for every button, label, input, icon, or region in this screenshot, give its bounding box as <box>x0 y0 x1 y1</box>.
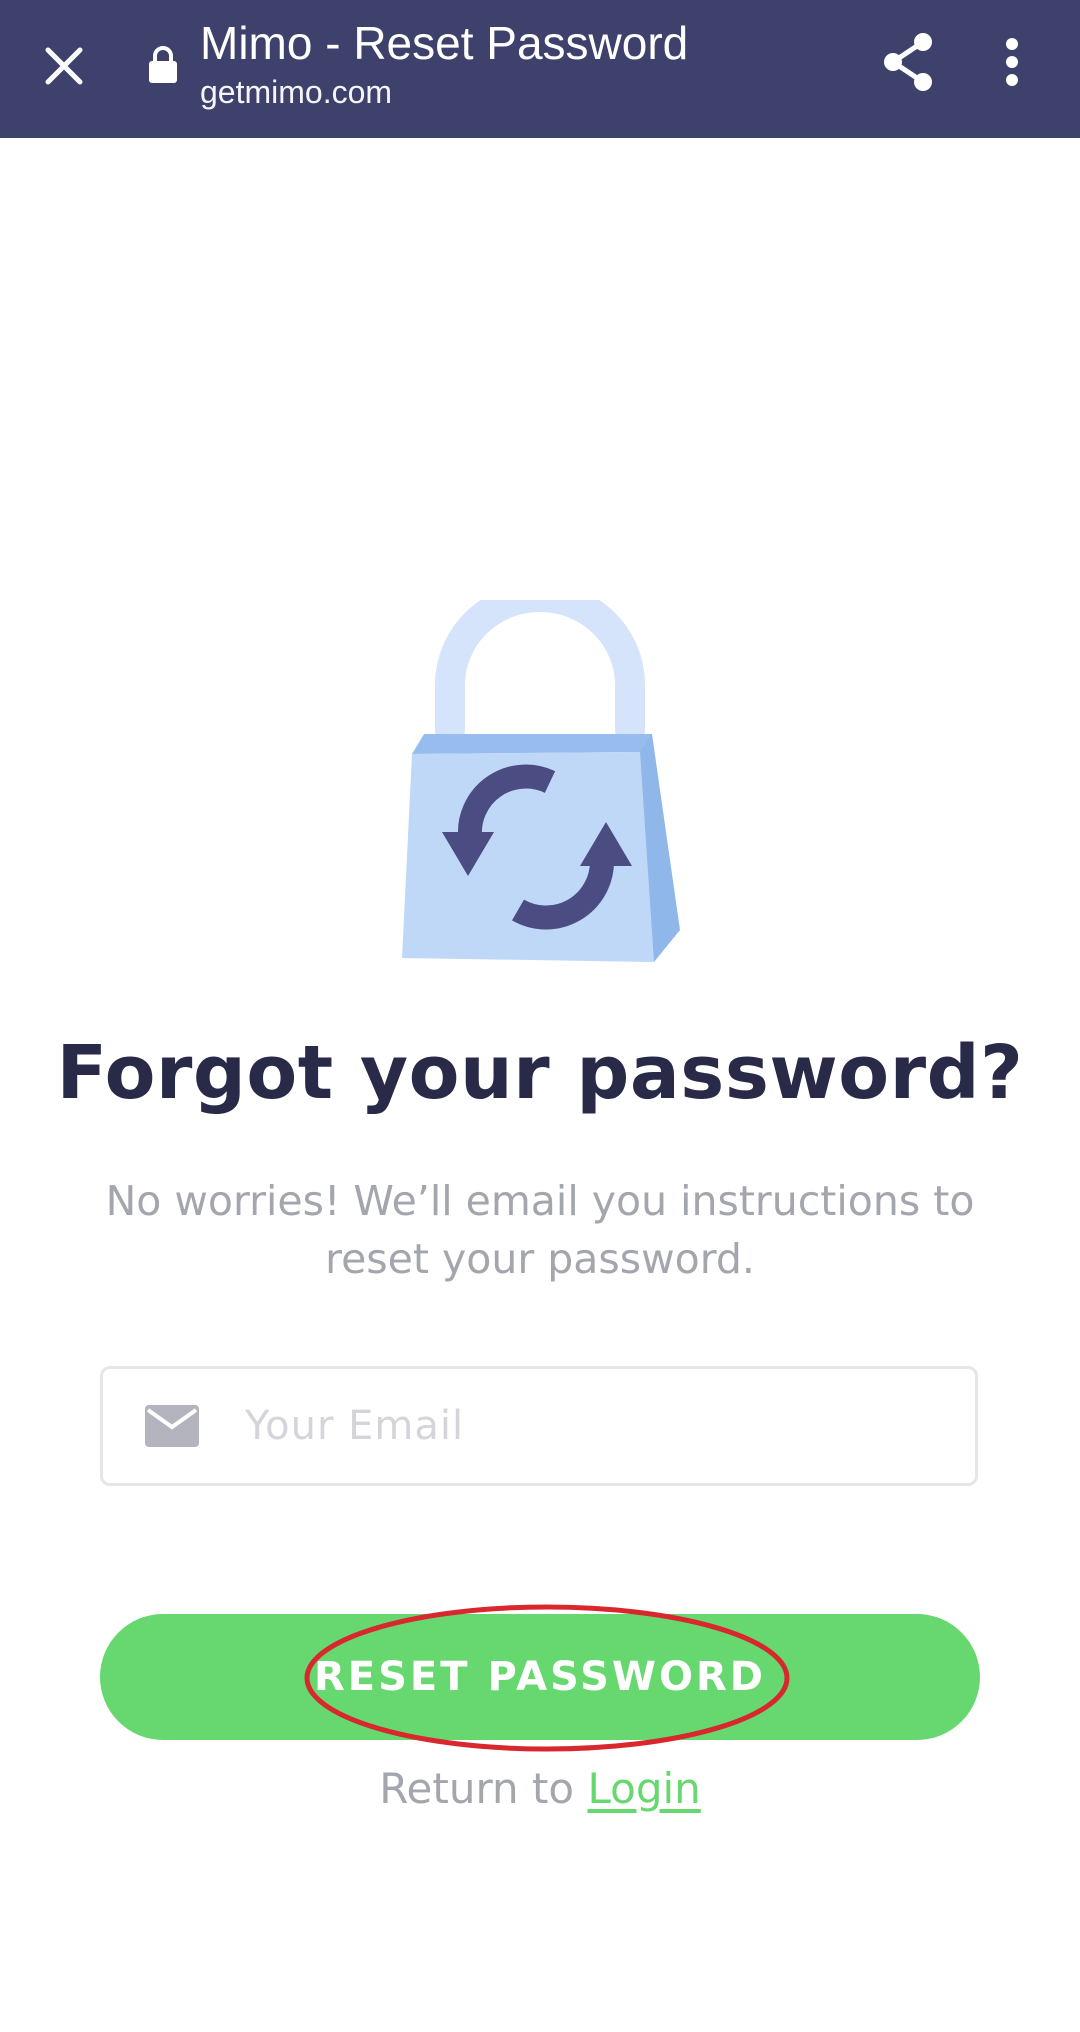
login-link[interactable]: Login <box>587 1764 700 1813</box>
close-icon <box>45 47 83 85</box>
page-url: getmimo.com <box>200 74 393 110</box>
close-button[interactable] <box>28 30 100 102</box>
more-vertical-icon <box>1006 38 1018 86</box>
page-title: Mimo - Reset Password <box>200 17 689 69</box>
lock-icon <box>149 46 177 83</box>
forgot-password-heading: Forgot your password? <box>56 1030 1024 1116</box>
email-field-container[interactable] <box>100 1366 978 1486</box>
mail-icon <box>145 1405 199 1447</box>
page-title-block: Mimo - Reset Password getmimo.com <box>200 14 840 112</box>
padlock-refresh-illustration <box>402 600 680 962</box>
share-icon <box>884 33 932 91</box>
browser-toolbar: Mimo - Reset Password getmimo.com <box>0 0 1080 138</box>
return-to-login-row: Return to Login <box>0 1764 1080 1813</box>
reset-password-button[interactable]: RESET PASSWORD <box>100 1614 980 1740</box>
email-input[interactable] <box>243 1402 927 1450</box>
return-text: Return to <box>379 1764 588 1813</box>
more-options-button[interactable] <box>984 26 1040 98</box>
share-button[interactable] <box>872 26 944 98</box>
instructions-text: No worries! We’ll email you instructions… <box>105 1177 975 1283</box>
